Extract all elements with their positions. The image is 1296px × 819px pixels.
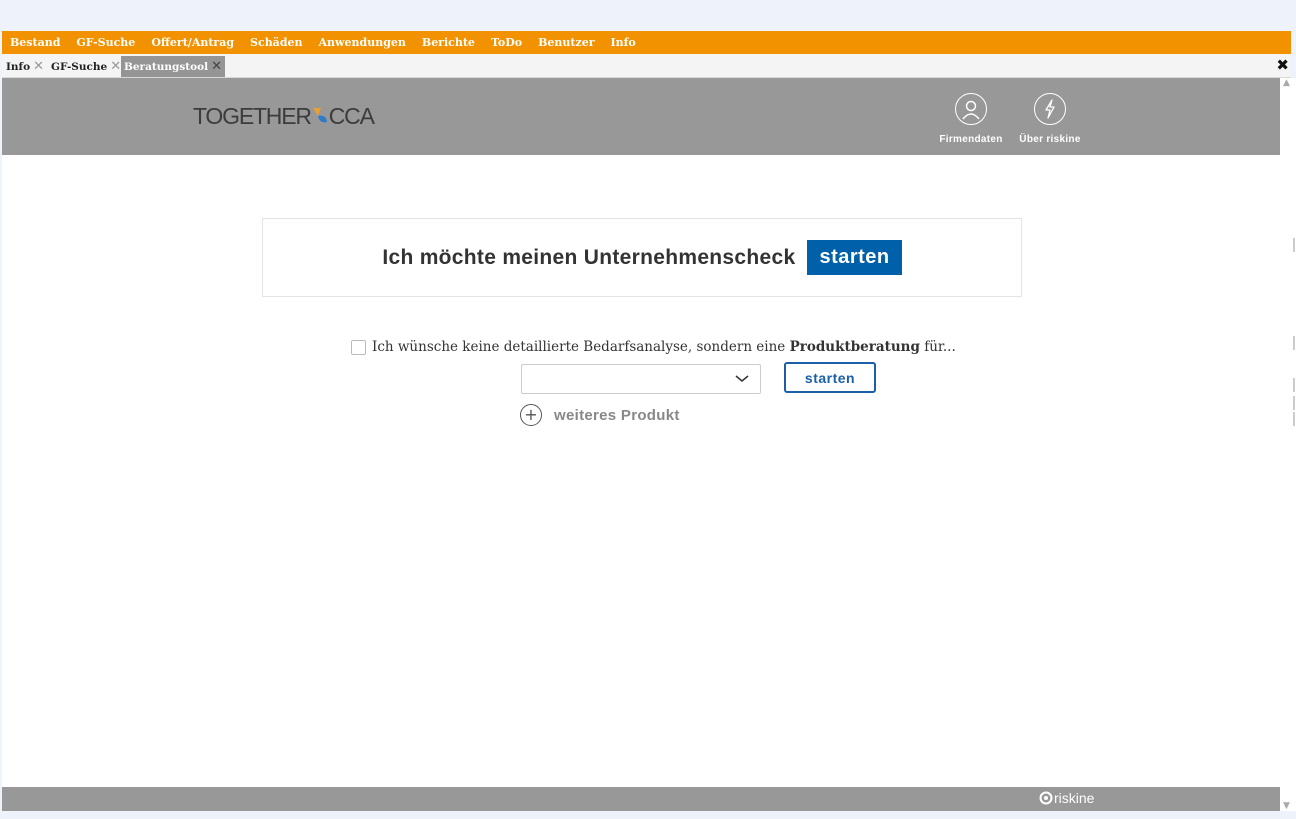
product-advice-text-pre: Ich wünsche keine detaillierte Bedarfsan… [372,339,790,355]
close-icon[interactable]: ✕ [110,59,121,74]
scrollbar-marker [1293,396,1295,410]
plus-circle-icon: + [520,404,542,426]
add-product-label: weiteres Produkt [554,406,680,424]
ueber-riskine-button[interactable]: Über riskine [1013,93,1087,145]
logo-text-left: TOGETHER [193,103,312,129]
firmendaten-button[interactable]: Firmendaten [934,93,1008,145]
menu-item-todo[interactable]: ToDo [483,36,530,49]
scrollbar-marker [1293,378,1295,392]
ueber-riskine-label: Über riskine [1019,134,1081,145]
scroll-up-arrow-icon[interactable]: ▲ [1283,78,1290,88]
menu-item-gf-suche[interactable]: GF-Suche [68,36,143,49]
close-all-tabs-icon[interactable]: ✖ [1276,56,1289,74]
product-advice-text-bold: Produktberatung [789,339,920,355]
main-menu-bar: Bestand GF-Suche Offert/Antrag Schäden A… [2,31,1291,54]
menu-item-benutzer[interactable]: Benutzer [530,36,602,49]
company-check-text: Ich möchte meinen Unternehmenscheck [382,245,796,269]
logo-mark-icon [312,107,327,122]
riskine-logo: riskine [1038,790,1094,806]
company-check-panel: Ich möchte meinen Unternehmenscheck star… [262,218,1022,297]
product-select[interactable] [521,364,761,394]
menu-item-schaeden[interactable]: Schäden [242,36,310,49]
scroll-down-arrow-icon[interactable]: ▼ [1283,801,1290,811]
close-icon[interactable]: ✕ [211,59,222,74]
tab-label: GF-Suche [51,60,108,73]
app-footer: riskine [2,787,1280,811]
add-product-button[interactable]: + weiteres Produkt [520,404,680,426]
user-icon [955,93,987,125]
firmendaten-label: Firmendaten [939,134,1003,145]
menu-item-anwendungen[interactable]: Anwendungen [311,36,414,49]
tab-gf-suche[interactable]: GF-Suche ✕ [51,56,121,77]
start-product-advice-button[interactable]: starten [784,362,876,393]
menu-item-bestand[interactable]: Bestand [2,36,68,49]
start-company-check-button[interactable]: starten [807,240,902,275]
tab-info[interactable]: Info ✕ [6,56,44,77]
close-icon[interactable]: ✕ [33,59,44,74]
riskine-logo-icon [1039,791,1053,805]
product-advice-text-post: für... [919,339,956,355]
menu-item-info[interactable]: Info [603,36,644,49]
scrollbar-marker [1293,336,1295,350]
scrollbar-marker [1293,238,1295,252]
lightning-icon [1034,93,1066,125]
together-cca-logo: TOGETHER CCA [193,103,375,130]
menu-item-berichte[interactable]: Berichte [414,36,483,49]
logo-text-right: CCA [328,103,375,129]
product-advice-checkbox[interactable] [351,339,366,355]
product-advice-row: Ich wünsche keine detaillierte Bedarfsan… [351,339,956,355]
vertical-scrollbar[interactable]: ▲ ▼ [1280,78,1296,811]
riskine-brand-text: riskine [1054,790,1095,806]
scrollbar-marker [1293,412,1295,426]
menu-item-offert-antrag[interactable]: Offert/Antrag [143,36,242,49]
tab-label: Info [6,60,31,73]
tab-label: Beratungstool [124,60,209,73]
tab-bar: Info ✕ GF-Suche ✕ Beratungstool ✕ ✖ [2,54,1291,78]
tab-beratungstool[interactable]: Beratungstool ✕ [121,56,226,77]
chevron-down-icon [735,375,749,382]
app-header: TOGETHER CCA Firmendaten Über riskine [2,78,1280,155]
content-frame: TOGETHER CCA Firmendaten Über riskine Ic… [2,78,1280,811]
